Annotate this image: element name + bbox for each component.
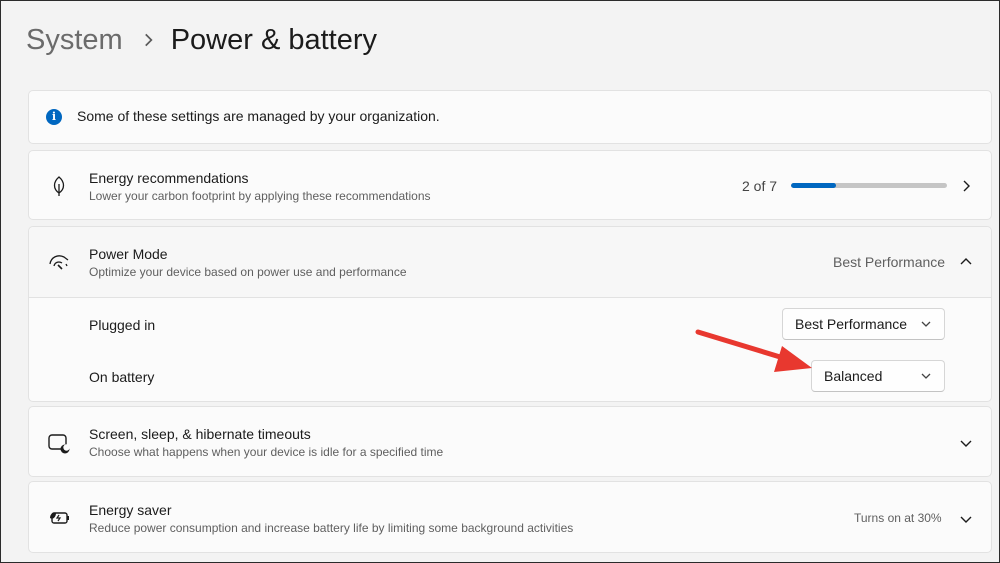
gauge-icon xyxy=(49,255,69,270)
energy-saver-icon xyxy=(50,512,69,524)
energy-saver-title: Energy saver xyxy=(89,502,172,518)
chevron-down-icon xyxy=(921,321,931,327)
chevron-up-icon[interactable] xyxy=(959,255,973,269)
power-mode-subtitle: Optimize your device based on power use … xyxy=(89,265,407,279)
chevron-down-icon[interactable] xyxy=(959,512,973,526)
chevron-right-icon xyxy=(963,180,970,192)
annotation-arrow-icon xyxy=(695,329,812,372)
power-mode-current-value: Best Performance xyxy=(833,254,946,270)
power-mode-card: Power Mode Optimize your device based on… xyxy=(28,226,992,402)
screen-sleep-timeouts-row[interactable]: Screen, sleep, & hibernate timeouts Choo… xyxy=(28,406,992,477)
breadcrumb: System Power & battery xyxy=(26,18,377,62)
breadcrumb-system[interactable]: System xyxy=(26,24,123,57)
screen-sleep-title: Screen, sleep, & hibernate timeouts xyxy=(89,426,311,442)
chevron-down-icon xyxy=(921,373,931,379)
chevron-down-icon[interactable] xyxy=(959,436,973,450)
energy-recommendations-subtitle: Lower your carbon footprint by applying … xyxy=(89,189,431,203)
energy-recommendations-row[interactable]: Energy recommendations Lower your carbon… xyxy=(28,150,992,220)
leaf-icon xyxy=(53,176,65,196)
screen-sleep-icon xyxy=(48,434,70,454)
recommendations-progress-bar xyxy=(791,183,947,188)
energy-recommendations-title: Energy recommendations xyxy=(89,170,249,186)
info-icon: i xyxy=(46,109,62,125)
power-mode-title: Power Mode xyxy=(89,246,168,262)
energy-saver-status: Turns on at 30% xyxy=(854,511,942,525)
recommendations-progress-text: 2 of 7 xyxy=(742,178,778,194)
plugged-in-label: Plugged in xyxy=(89,317,156,333)
page-title: Power & battery xyxy=(170,23,378,56)
energy-saver-subtitle: Reduce power consumption and increase ba… xyxy=(89,521,574,535)
power-mode-header[interactable]: Power Mode Optimize your device based on… xyxy=(29,227,991,298)
info-banner-text: Some of these settings are managed by yo… xyxy=(77,108,440,124)
energy-saver-row[interactable]: Energy saver Reduce power consumption an… xyxy=(28,481,992,553)
chevron-right-icon xyxy=(144,33,153,47)
on-battery-selected: Balanced xyxy=(824,368,883,384)
screen-sleep-subtitle: Choose what happens when your device is … xyxy=(89,445,444,459)
recommendations-progress-fill xyxy=(791,183,836,188)
on-battery-dropdown[interactable]: Balanced xyxy=(811,360,945,392)
organization-info-banner: i Some of these settings are managed by … xyxy=(28,90,992,144)
on-battery-label: On battery xyxy=(89,369,155,385)
